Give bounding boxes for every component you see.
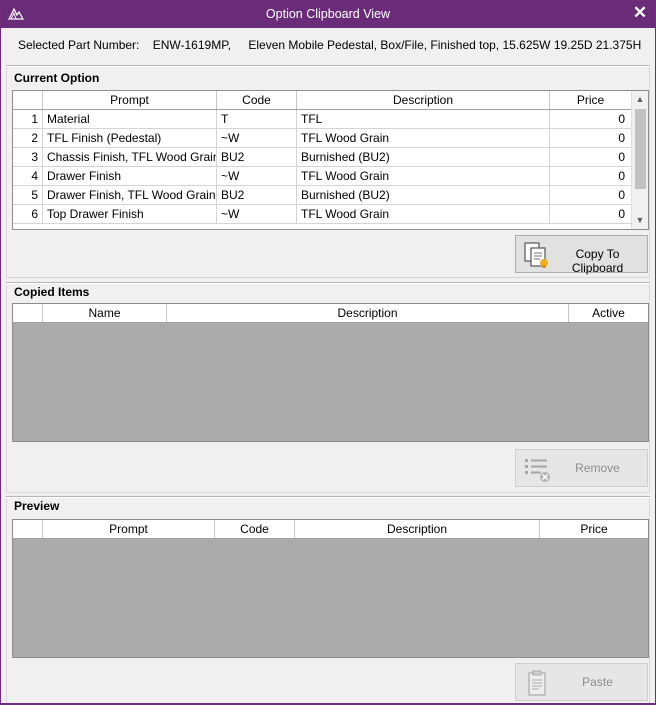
selected-part-row: Selected Part Number: ENW-1619MP, Eleven… [18, 38, 651, 52]
description-cell[interactable]: TFL Wood Grain [297, 167, 550, 186]
price-cell[interactable]: 0 [550, 186, 632, 205]
code-cell[interactable]: ~W [217, 167, 297, 186]
current-option-title: Current Option [14, 71, 103, 85]
code-cell[interactable]: BU2 [217, 186, 297, 205]
column-header-price[interactable]: Price [550, 91, 632, 109]
paste-button[interactable]: Paste [515, 663, 648, 701]
column-header-prompt[interactable]: Prompt [43, 91, 217, 109]
row-index: 4 [13, 167, 43, 186]
part-description: Eleven Mobile Pedestal, Box/File, Finish… [248, 38, 642, 52]
column-header-code[interactable]: Code [217, 91, 297, 109]
price-cell[interactable]: 0 [550, 129, 632, 148]
row-index: 5 [13, 186, 43, 205]
code-cell[interactable]: ~W [217, 129, 297, 148]
row-index: 1 [13, 110, 43, 129]
prompt-cell[interactable]: TFL Finish (Pedestal) [43, 129, 217, 148]
description-cell[interactable]: TFL [297, 110, 550, 129]
price-cell[interactable]: 0 [550, 205, 632, 224]
grid-header: Name Description Active [13, 304, 648, 323]
price-cell[interactable]: 0 [550, 148, 632, 167]
code-cell[interactable]: ~W [217, 205, 297, 224]
column-header-prompt[interactable]: Prompt [43, 520, 215, 538]
current-option-grid[interactable]: Prompt Code Description Price 1 Material… [12, 90, 649, 230]
column-header-code[interactable]: Code [215, 520, 295, 538]
prompt-cell[interactable]: Material [43, 110, 217, 129]
copy-to-clipboard-button[interactable]: Copy To Clipboard [515, 235, 648, 275]
price-cell[interactable]: 0 [550, 167, 632, 186]
close-icon[interactable]: ✕ [631, 4, 649, 22]
column-header-active[interactable]: Active [569, 304, 648, 322]
description-cell[interactable]: Burnished (BU2) [297, 186, 550, 205]
description-cell[interactable]: TFL Wood Grain [297, 129, 550, 148]
code-cell[interactable]: BU2 [217, 148, 297, 167]
row-index: 2 [13, 129, 43, 148]
vertical-scrollbar[interactable]: ▲ ▼ [631, 91, 648, 229]
row-index: 6 [13, 205, 43, 224]
row-index: 3 [13, 148, 43, 167]
chevron-down-icon[interactable]: ▼ [632, 212, 648, 229]
paste-label: Paste [582, 675, 613, 689]
window-title: Option Clipboard View [265, 7, 391, 21]
copy-to-clipboard-label: Copy To Clipboard [571, 247, 624, 275]
preview-grid[interactable]: Prompt Code Description Price [12, 519, 649, 658]
table-row[interactable]: 2 TFL Finish (Pedestal) ~W TFL Wood Grai… [13, 129, 632, 148]
grid-header: Prompt Code Description Price [13, 520, 648, 539]
prompt-cell[interactable]: Drawer Finish [43, 167, 217, 186]
prompt-cell[interactable]: Top Drawer Finish [43, 205, 217, 224]
copy-clipboard-icon [524, 242, 548, 268]
column-header-description[interactable]: Description [167, 304, 569, 322]
selected-part-label: Selected Part Number: [18, 38, 140, 52]
table-row[interactable]: 4 Drawer Finish ~W TFL Wood Grain 0 [13, 167, 632, 186]
chevron-up-icon[interactable]: ▲ [632, 91, 648, 108]
part-number: ENW-1619MP, [152, 38, 231, 52]
remove-label: Remove [575, 461, 620, 475]
window-bottom-border [1, 703, 655, 704]
table-row[interactable]: 1 Material T TFL 0 [13, 110, 632, 129]
price-cell[interactable]: 0 [550, 110, 632, 129]
title-bar: Option Clipboard View ✕ [1, 1, 655, 28]
row-header-corner [13, 520, 43, 538]
prompt-cell[interactable]: Chassis Finish, TFL Wood Grain [43, 148, 217, 167]
paste-icon [528, 670, 546, 696]
preview-title: Preview [14, 499, 63, 513]
copied-items-title: Copied Items [14, 285, 93, 299]
column-header-description[interactable]: Description [297, 91, 550, 109]
column-header-description[interactable]: Description [295, 520, 540, 538]
code-cell[interactable]: T [217, 110, 297, 129]
description-cell[interactable]: Burnished (BU2) [297, 148, 550, 167]
option-clipboard-window: Option Clipboard View ✕ Selected Part Nu… [0, 0, 656, 705]
copied-items-grid[interactable]: Name Description Active [12, 303, 649, 442]
column-header-price[interactable]: Price [540, 520, 648, 538]
description-cell[interactable]: TFL Wood Grain [297, 205, 550, 224]
table-row[interactable]: 3 Chassis Finish, TFL Wood Grain BU2 Bur… [13, 148, 632, 167]
column-header-name[interactable]: Name [43, 304, 167, 322]
row-header-corner [13, 304, 43, 322]
remove-button[interactable]: Remove [515, 449, 648, 487]
remove-list-icon [525, 459, 550, 482]
table-row[interactable]: 6 Top Drawer Finish ~W TFL Wood Grain 0 [13, 205, 632, 224]
prompt-cell[interactable]: Drawer Finish, TFL Wood Grain [43, 186, 217, 205]
scrollbar-thumb[interactable] [635, 109, 646, 189]
table-row[interactable]: 5 Drawer Finish, TFL Wood Grain BU2 Burn… [13, 186, 632, 205]
row-header-corner [13, 91, 43, 109]
grid-header: Prompt Code Description Price [13, 91, 632, 110]
